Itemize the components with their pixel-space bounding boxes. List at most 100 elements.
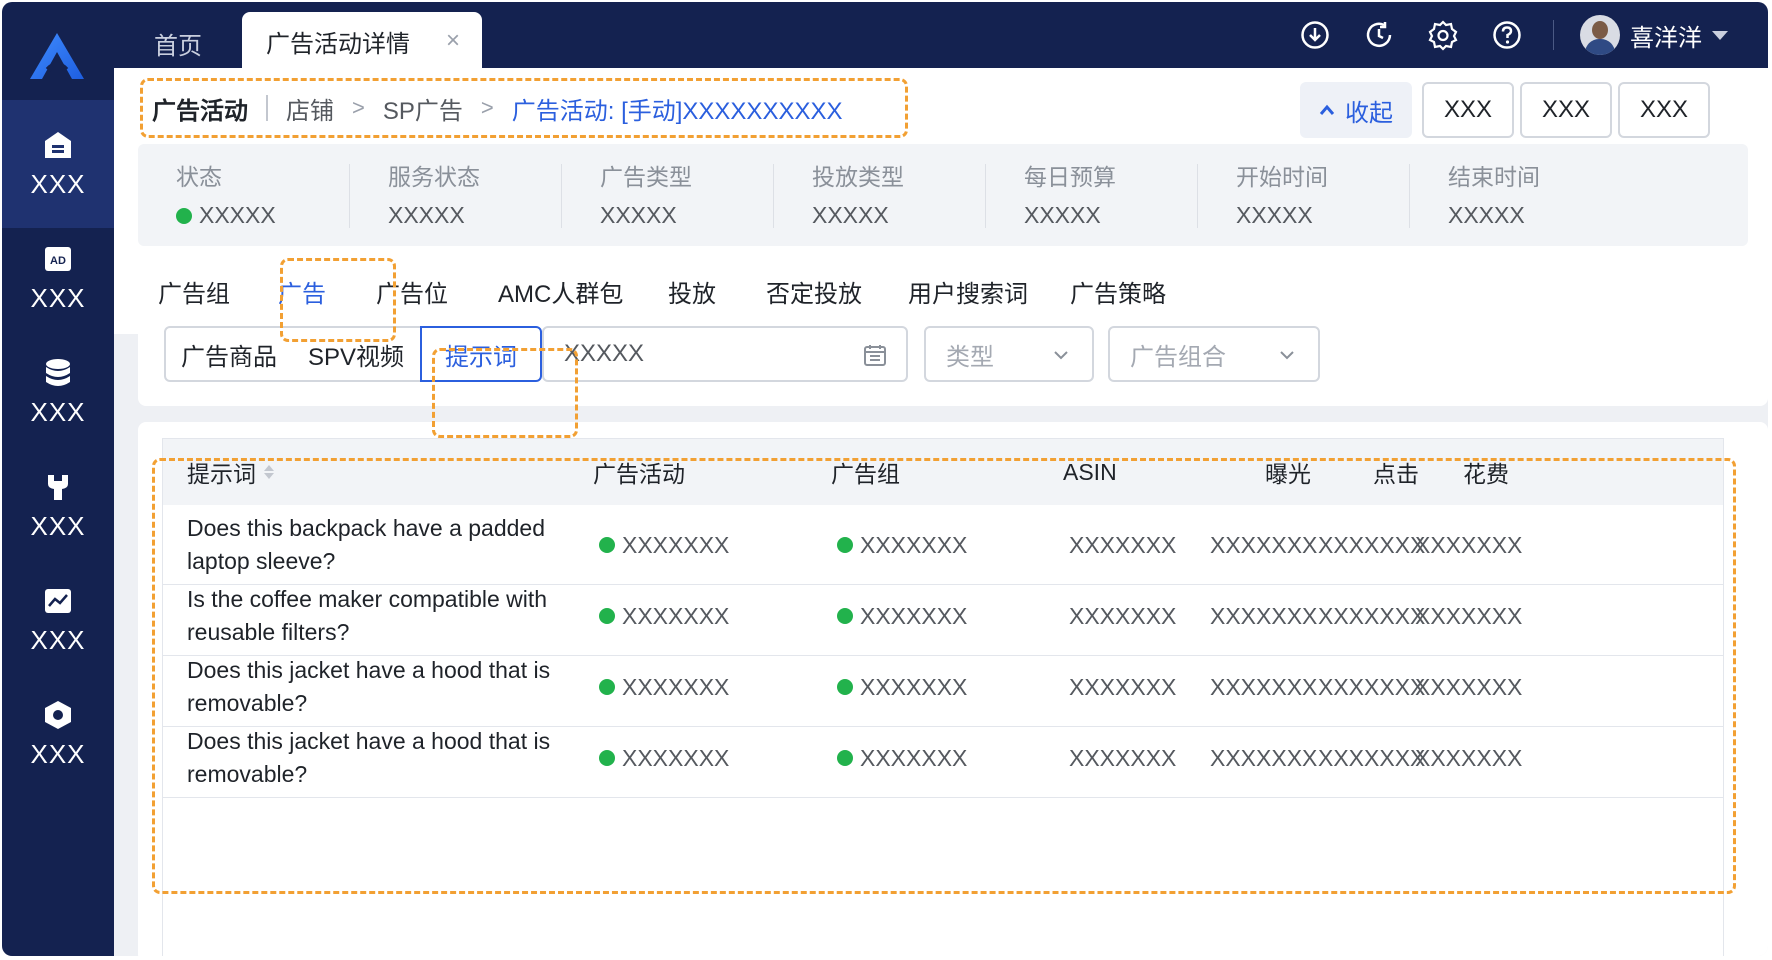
spend-cell: XXXXXXX — [1415, 602, 1523, 629]
type-select-placeholder: 类型 — [946, 343, 994, 371]
sidebar-item-home[interactable]: XXX — [2, 100, 114, 228]
info-label: 服务状态 — [388, 164, 480, 190]
chevron-right-icon: > — [480, 95, 494, 120]
settings-icon[interactable] — [1425, 17, 1461, 53]
segment-prompts[interactable]: 提示词 — [420, 326, 542, 382]
prompt-text-line: removable? — [187, 690, 308, 716]
sidebar-item-label: XXX — [30, 624, 86, 655]
info-targeting-type: 投放类型 XXXXX — [774, 144, 986, 246]
table-card: 提示词 广告活动 广告组 ASIN 曝光 点击 花费 Does this bac… — [138, 422, 1768, 956]
prompt-text-line: Does this backpack have a padded — [187, 515, 546, 541]
ad-group-value: XXXXXXX — [860, 744, 968, 771]
tab-campaign-detail[interactable]: 广告活动详情 × — [242, 12, 482, 70]
status-dot — [599, 750, 615, 766]
info-value: XXXXX — [1448, 202, 1525, 228]
table-row[interactable]: Is the coffee maker compatible with reusa… — [163, 576, 1723, 656]
ad-group-cell: XXXXXXX — [837, 718, 967, 798]
download-icon[interactable] — [1297, 17, 1333, 53]
ad-group-cell: XXXXXXX — [837, 505, 967, 585]
collapse-label: 收起 — [1345, 99, 1393, 127]
history-icon[interactable] — [1361, 17, 1397, 53]
user-name[interactable]: 喜洋洋 — [1630, 18, 1702, 53]
spend-cell: XXXXXXX — [1415, 744, 1523, 771]
sidebar-item-label: XXX — [30, 396, 86, 427]
impressions-cell: XXXXXXX — [1210, 673, 1318, 700]
action-button-2[interactable]: XXX — [1520, 82, 1612, 138]
campaign-header-card: 广告活动 店铺 > SP广告 > 广告活动: [手动]XXXXXXXXXX 收起… — [114, 68, 1768, 334]
info-ad-type: 广告类型 XXXXX — [562, 144, 774, 246]
help-icon[interactable] — [1489, 17, 1525, 53]
sidebar: XXX AD XXX XXX XXX XXX XXX — [2, 2, 114, 956]
top-bar: 首页 广告活动详情 × 喜洋洋 — [114, 2, 1768, 70]
prompt-cell: Does this jacket have a hood that is remo… — [187, 647, 587, 727]
action-button-3[interactable]: XXX — [1618, 82, 1710, 138]
sidebar-item-tools[interactable]: XXX — [2, 442, 114, 570]
segment-ad-products[interactable]: 广告商品 — [164, 326, 294, 382]
tab-home[interactable]: 首页 — [154, 26, 202, 61]
prompt-cell: Does this backpack have a padded laptop s… — [187, 505, 587, 585]
sidebar-item-data[interactable]: XXX — [2, 328, 114, 456]
breadcrumb: 广告活动 店铺 > SP广告 > 广告活动: [手动]XXXXXXXXXX — [140, 80, 842, 136]
database-icon — [42, 357, 74, 389]
segment-spv-video[interactable]: SPV视频 — [292, 326, 422, 382]
info-value: XXXXX — [812, 202, 889, 228]
status-dot — [599, 608, 615, 624]
top-toolbar: 喜洋洋 — [1269, 15, 1728, 55]
sidebar-item-ad[interactable]: AD XXX — [2, 214, 114, 342]
campaign-info-panel: 状态 XXXXX 服务状态 XXXXX 广告类型 XXXXX 投放类型 XXXX… — [138, 144, 1748, 246]
sidebar-item-reports[interactable]: XXX — [2, 556, 114, 684]
table-row[interactable]: Does this jacket have a hood that is remo… — [163, 647, 1723, 727]
type-select[interactable]: 类型 — [924, 326, 1094, 382]
info-value: XXXXX — [388, 202, 465, 228]
campaign-value: XXXXXXX — [622, 602, 730, 629]
hexagon-settings-icon — [42, 699, 74, 731]
info-label: 投放类型 — [812, 164, 904, 190]
clicks-cell: XXXXXXX — [1318, 673, 1426, 700]
column-header-campaign: 广告活动 — [593, 461, 685, 487]
info-daily-budget: 每日预算 XXXXX — [986, 144, 1198, 246]
table-row[interactable]: Does this backpack have a padded laptop s… — [163, 505, 1723, 585]
prompt-cell: Does this jacket have a hood that is remo… — [187, 718, 587, 798]
action-button-1[interactable]: XXX — [1422, 82, 1514, 138]
portfolio-select[interactable]: 广告组合 — [1108, 326, 1320, 382]
breadcrumb-current-campaign[interactable]: 广告活动: [手动]XXXXXXXXXX — [512, 91, 843, 126]
campaign-value: XXXXXXX — [622, 744, 730, 771]
sidebar-item-label: XXX — [30, 510, 86, 541]
sidebar-item-label: XXX — [30, 168, 86, 199]
status-dot — [176, 207, 192, 224]
status-dot — [837, 608, 853, 624]
close-icon[interactable]: × — [446, 27, 460, 55]
ad-group-cell: XXXXXXX — [837, 576, 967, 656]
avatar[interactable] — [1580, 15, 1620, 55]
info-label: 结束时间 — [1448, 164, 1540, 190]
clicks-cell: XXXXXXX — [1318, 602, 1426, 629]
date-range-field[interactable]: XXXXX — [542, 326, 908, 382]
sidebar-item-settings[interactable]: XXX — [2, 670, 114, 798]
collapse-button[interactable]: 收起 — [1300, 82, 1412, 138]
prompt-text-line: Does this jacket have a hood that is — [187, 728, 551, 754]
ad-group-value: XXXXXXX — [860, 602, 968, 629]
breadcrumb-store[interactable]: 店铺 — [286, 91, 334, 126]
chevron-down-icon[interactable] — [1712, 30, 1728, 40]
campaign-cell: XXXXXXX — [599, 505, 729, 585]
status-dot — [599, 537, 615, 553]
sort-icon[interactable] — [264, 465, 274, 479]
clicks-cell: XXXXXXX — [1318, 744, 1426, 771]
asin-cell: XXXXXXX — [1069, 602, 1177, 629]
table-row[interactable]: Does this jacket have a hood that is remo… — [163, 718, 1723, 798]
impressions-cell: XXXXXXX — [1210, 531, 1318, 558]
spend-cell: XXXXXXX — [1415, 673, 1523, 700]
breadcrumb-sp-ads[interactable]: SP广告 — [383, 91, 463, 126]
chevron-right-icon: > — [352, 95, 365, 120]
info-label: 广告类型 — [600, 164, 692, 190]
date-range-value: XXXXX — [564, 340, 645, 367]
info-status: 状态 XXXXX — [138, 144, 350, 246]
app-window: XXX AD XXX XXX XXX XXX XXX 首页 广告活动详情 × 喜… — [2, 2, 1768, 956]
column-header-impressions: 曝光 — [1265, 461, 1311, 487]
prompt-text-line: laptop sleeve? — [187, 548, 336, 574]
info-label: 开始时间 — [1236, 164, 1328, 190]
breadcrumb-root[interactable]: 广告活动 — [140, 91, 248, 126]
chevron-up-icon — [1319, 104, 1335, 115]
column-header-prompt[interactable]: 提示词 — [187, 439, 274, 505]
toolbar-divider — [1553, 20, 1554, 50]
